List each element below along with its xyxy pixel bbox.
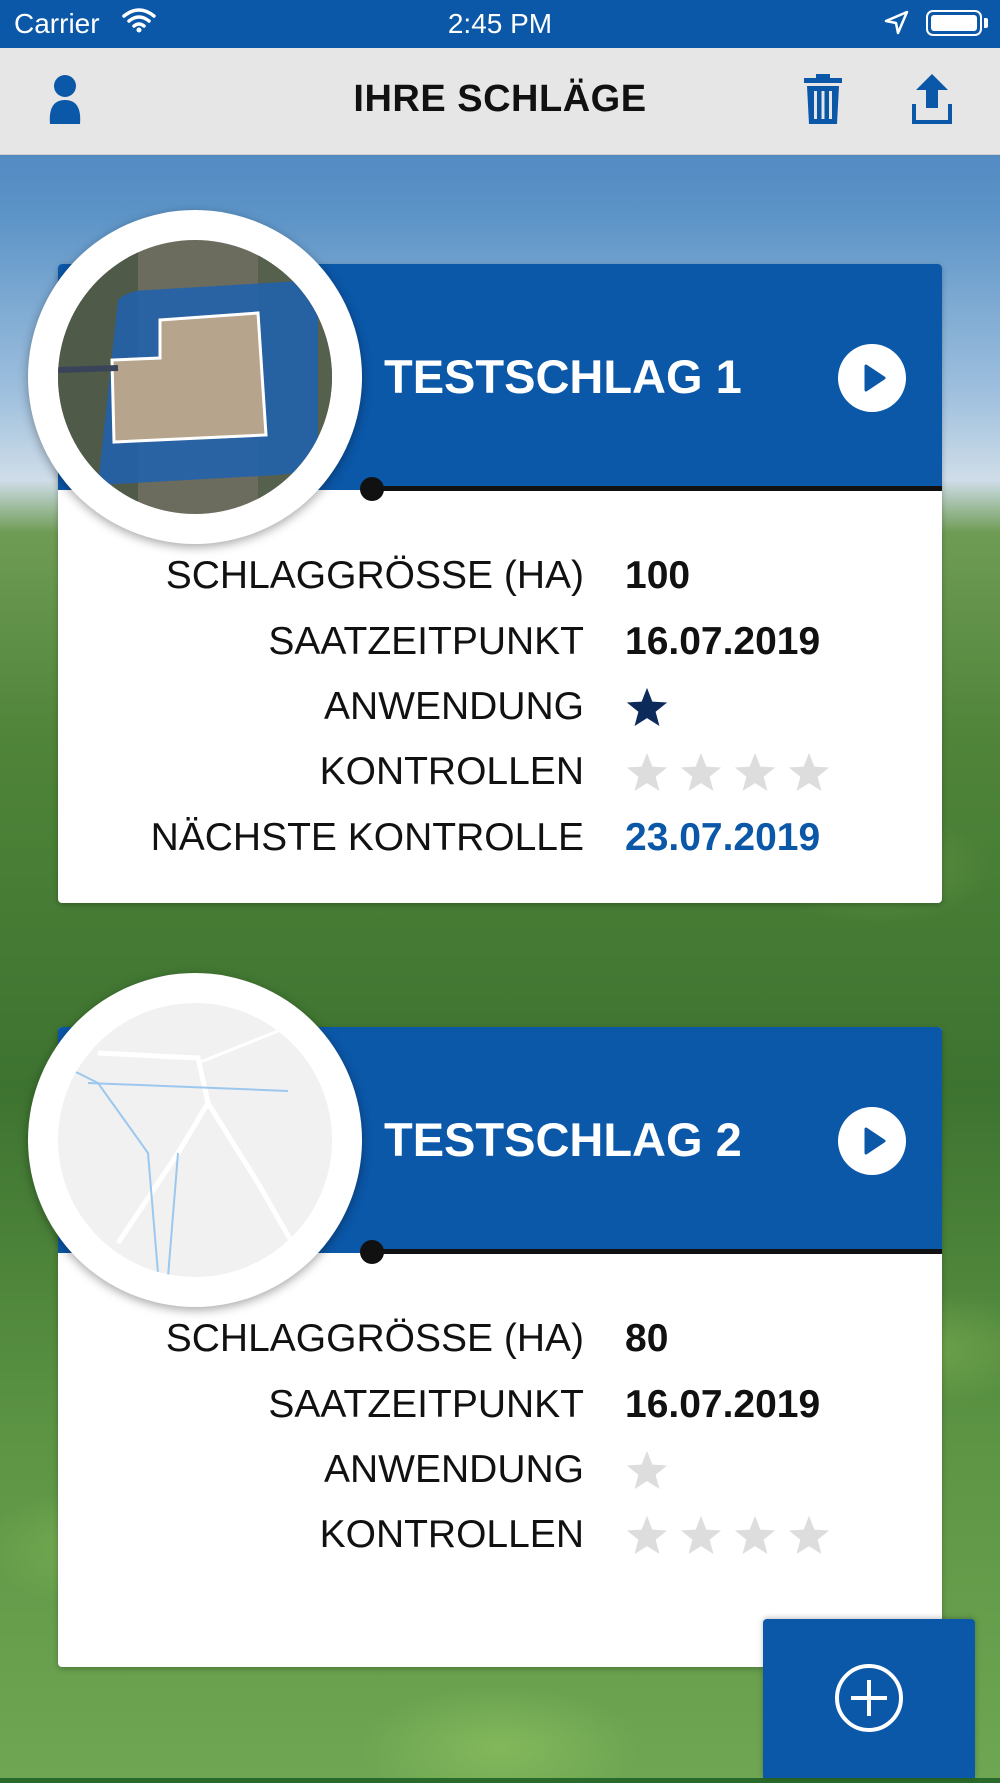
location-arrow-icon: [884, 10, 910, 43]
header-divider-dot: [360, 1240, 384, 1264]
field-size-label: SCHLAGGRÖSSE (HA): [165, 554, 584, 597]
controls-stars: [624, 750, 840, 800]
add-field-button[interactable]: [763, 1619, 975, 1778]
battery-tip: [984, 18, 988, 28]
status-time: 2:45 PM: [447, 8, 553, 39]
application-row: ANWENDUNG: [58, 685, 942, 735]
sowing-date-label: SAATZEITPUNKT: [268, 1383, 584, 1426]
battery-icon: [926, 10, 982, 36]
field-size-row: SCHLAGGRÖSSE (HA) 80: [58, 1317, 942, 1367]
sowing-date-value: 16.07.2019: [625, 620, 821, 663]
satellite-map-image: [58, 240, 332, 514]
sowing-date-row: SAATZEITPUNKT 16.07.2019: [58, 1383, 942, 1433]
star-empty-icon: [626, 752, 668, 792]
field-size-value: 80: [625, 1317, 669, 1360]
controls-row: KONTROLLEN: [58, 1513, 942, 1563]
upload-icon[interactable]: [912, 74, 952, 129]
application-stars: [624, 1448, 678, 1498]
controls-label: KONTROLLEN: [319, 1513, 584, 1556]
trash-icon[interactable]: [804, 74, 842, 131]
field-thumbnail[interactable]: [28, 210, 362, 544]
star-filled-icon: [626, 687, 668, 727]
status-bar: Carrier 2:45 PM: [0, 0, 1000, 48]
field-size-row: SCHLAGGRÖSSE (HA) 100: [58, 554, 942, 604]
application-label: ANWENDUNG: [324, 685, 584, 728]
plus-circle-icon: [835, 1664, 903, 1732]
header-divider-dot: [360, 477, 384, 501]
page-title: IHRE SCHLÄGE: [353, 78, 647, 120]
application-stars: [624, 685, 678, 735]
play-icon[interactable]: [838, 344, 906, 412]
star-empty-icon: [788, 752, 830, 792]
next-control-label: NÄCHSTE KONTROLLE: [150, 816, 584, 859]
application-row: ANWENDUNG: [58, 1448, 942, 1498]
field-card[interactable]: TESTSCHLAG 2 SCHLAGGRÖSSE (HA) 80 SAATZE…: [28, 973, 942, 1667]
field-thumbnail[interactable]: [28, 973, 362, 1307]
navigation-bar: IHRE SCHLÄGE: [0, 48, 1000, 155]
star-empty-icon: [680, 752, 722, 792]
field-size-label: SCHLAGGRÖSSE (HA): [165, 1317, 584, 1360]
controls-row: KONTROLLEN: [58, 750, 942, 800]
field-title: TESTSCHLAG 2: [384, 1113, 742, 1166]
controls-label: KONTROLLEN: [319, 750, 584, 793]
field-size-value: 100: [625, 554, 691, 597]
header-divider-line: [372, 1249, 942, 1254]
application-label: ANWENDUNG: [324, 1448, 584, 1491]
star-empty-icon: [734, 1515, 776, 1555]
star-empty-icon: [734, 752, 776, 792]
star-empty-icon: [680, 1515, 722, 1555]
star-empty-icon: [788, 1515, 830, 1555]
field-card[interactable]: TESTSCHLAG 1 SCHLAGGRÖSSE (HA) 100 SAATZ…: [28, 210, 942, 903]
sowing-date-value: 16.07.2019: [625, 1383, 821, 1426]
sowing-date-row: SAATZEITPUNKT 16.07.2019: [58, 620, 942, 670]
controls-stars: [624, 1513, 840, 1563]
field-title: TESTSCHLAG 1: [384, 350, 742, 403]
next-control-value: 23.07.2019: [625, 816, 821, 859]
sowing-date-label: SAATZEITPUNKT: [268, 620, 584, 663]
header-divider-line: [372, 486, 942, 491]
star-empty-icon: [626, 1515, 668, 1555]
play-icon[interactable]: [838, 1107, 906, 1175]
star-empty-icon: [626, 1450, 668, 1490]
street-map-image: [58, 1003, 332, 1277]
next-control-row: NÄCHSTE KONTROLLE 23.07.2019: [58, 816, 942, 866]
